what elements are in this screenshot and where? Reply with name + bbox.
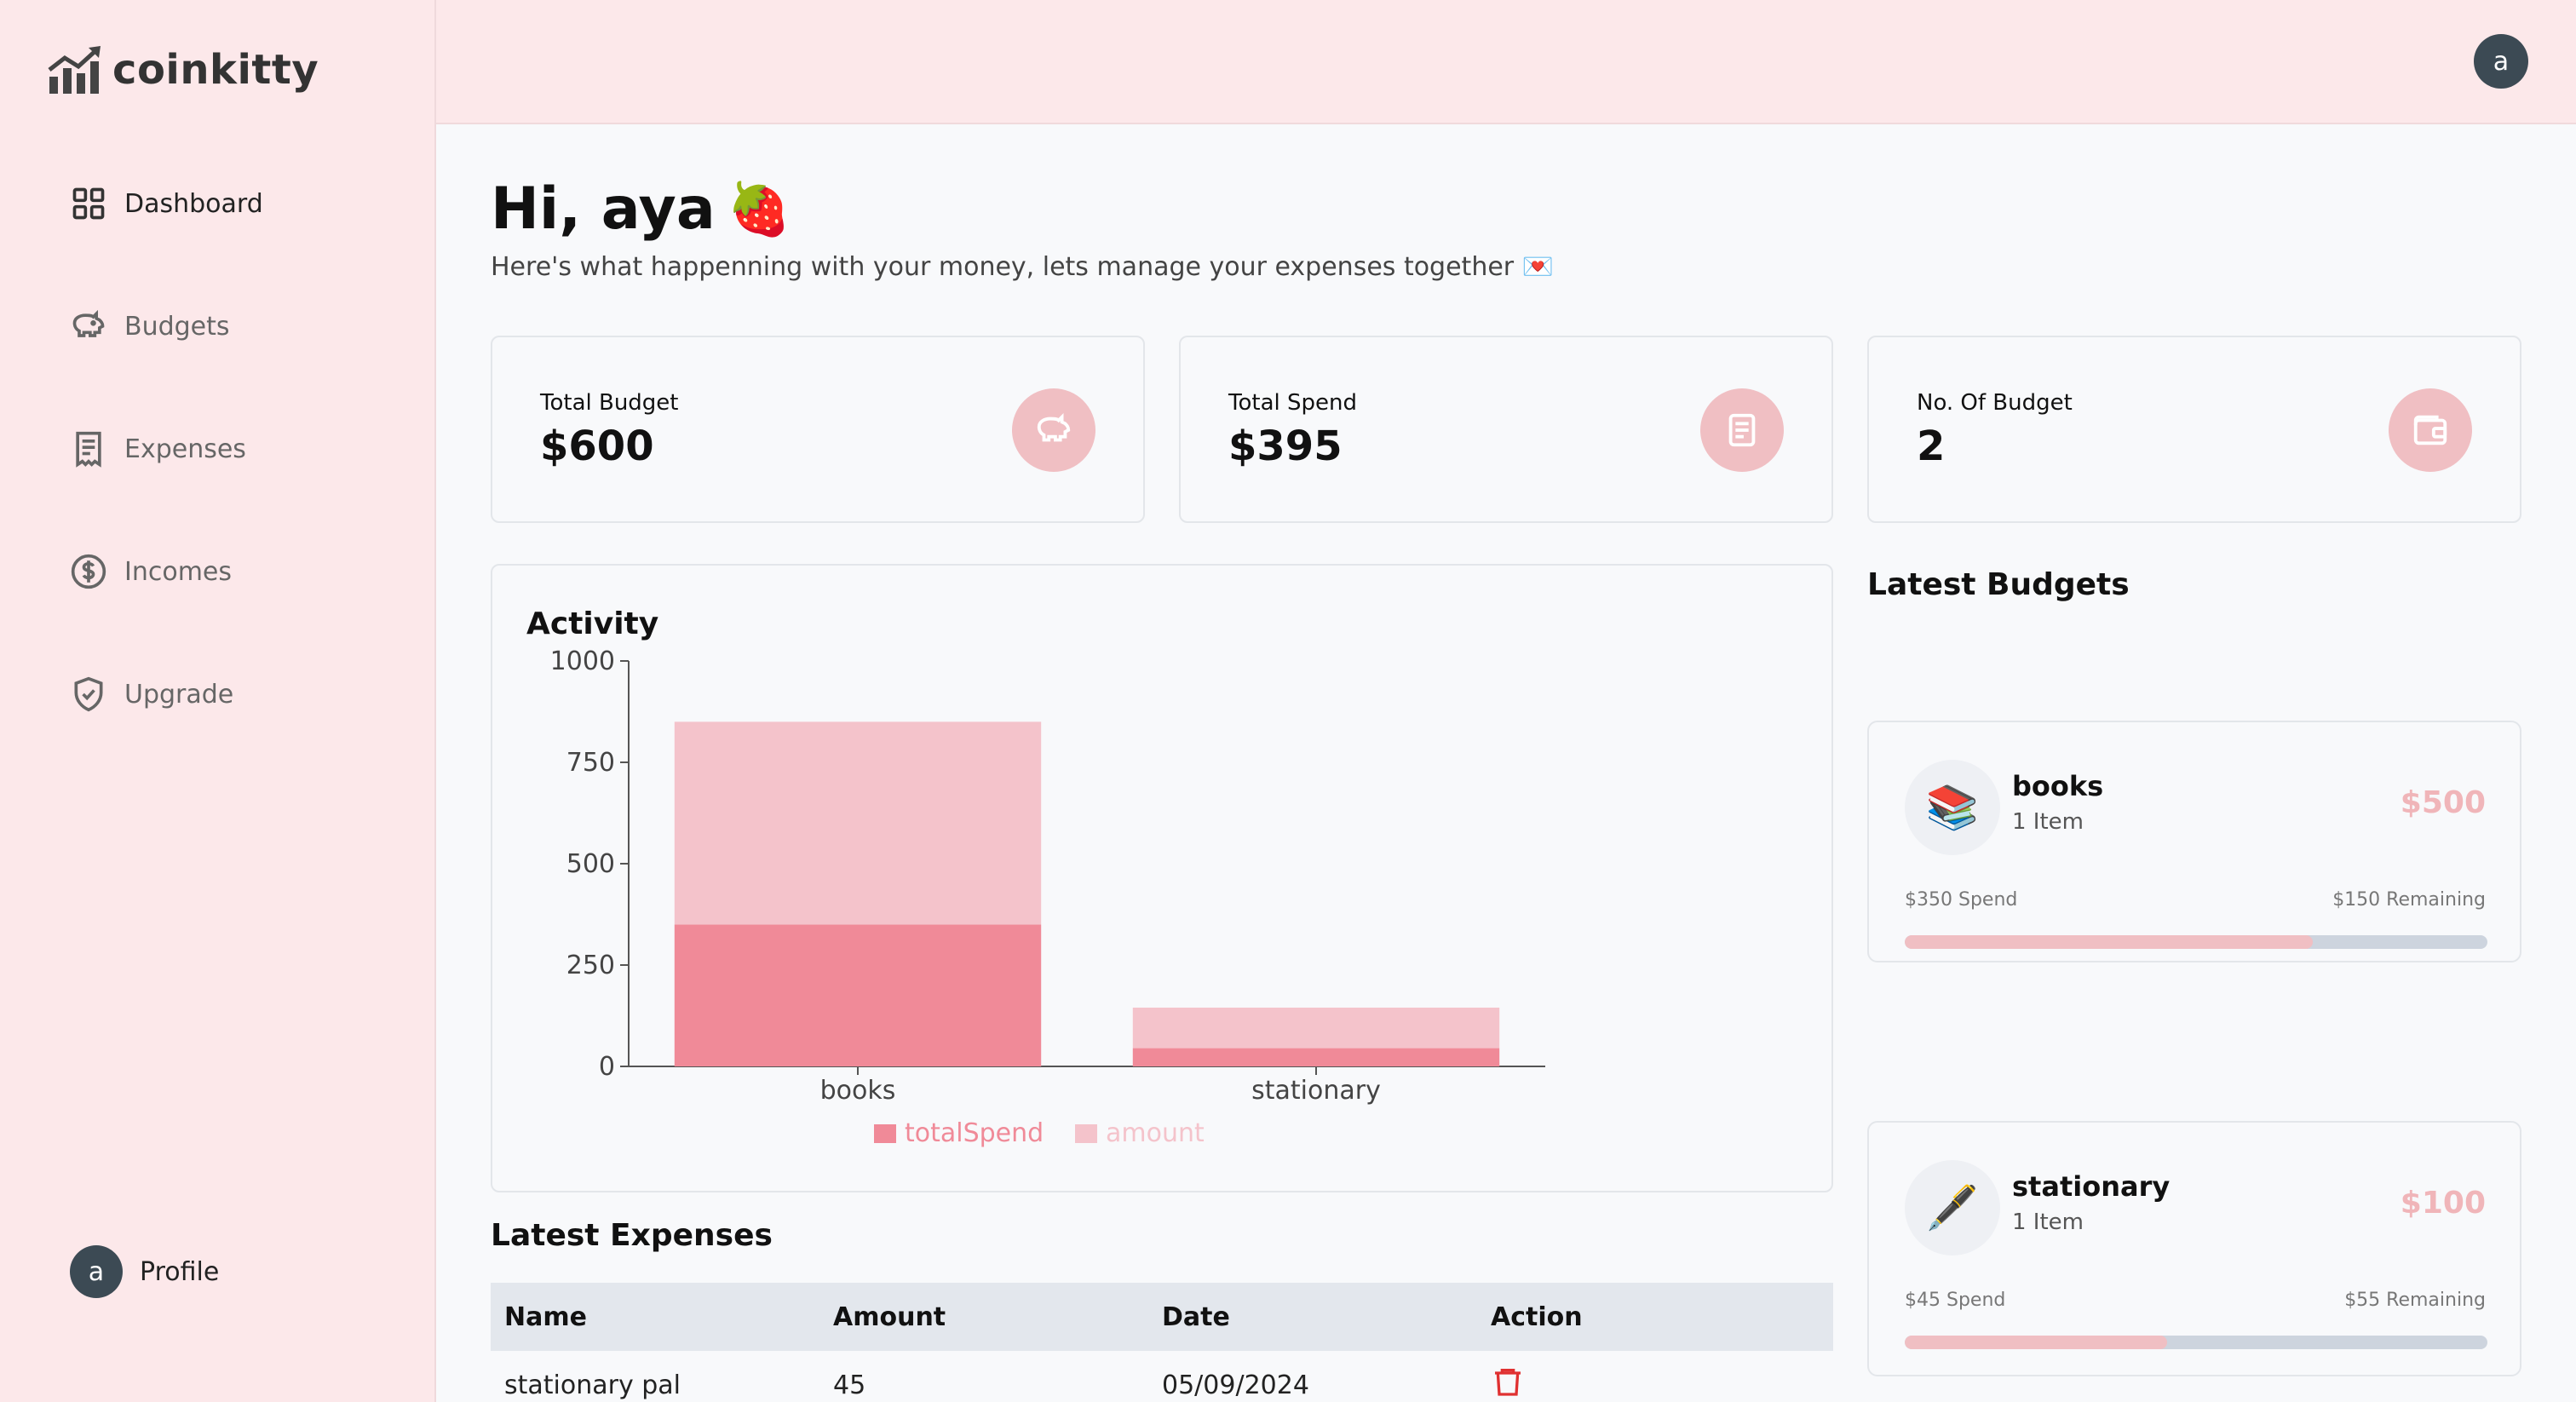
- trash-icon[interactable]: [1491, 1363, 1525, 1400]
- latest-budgets-title: Latest Budgets: [1867, 567, 2130, 602]
- pen-icon: 🖋️: [1905, 1160, 2000, 1255]
- budget-card-books[interactable]: 📚 books 1 Item $500 $350 Spend $150 Rema…: [1867, 721, 2521, 962]
- sidebar-item-label: Expenses: [124, 434, 246, 464]
- expense-name: stationary pal: [504, 1370, 681, 1400]
- latest-expenses-title: Latest Expenses: [491, 1218, 773, 1253]
- receipt-icon: [1700, 388, 1784, 472]
- sidebar-item-dashboard[interactable]: Dashboard: [70, 174, 263, 233]
- stat-label: Total Spend: [1228, 390, 1357, 416]
- dashboard-icon: [72, 187, 105, 220]
- piggy-bank-icon: [72, 309, 105, 337]
- legend-label-amount: amount: [1106, 1118, 1205, 1148]
- legend-swatch-totalSpend: [874, 1124, 896, 1143]
- y-tick-label: 0: [599, 1052, 615, 1082]
- bar-totalSpend-books: [674, 924, 1042, 1066]
- column-header-name: Name: [504, 1301, 587, 1332]
- sidebar-item-budgets[interactable]: Budgets: [70, 296, 263, 356]
- stat-label: Total Budget: [540, 390, 679, 416]
- stat-label: No. Of Budget: [1917, 390, 2073, 416]
- budget-remaining: $150 Remaining: [2332, 889, 2486, 911]
- app-logo[interactable]: coinkitty: [46, 44, 319, 95]
- bar-amount-stationary: [1132, 1007, 1500, 1049]
- budget-progress-bar: [1905, 935, 2487, 949]
- budget-amount: $500: [2400, 785, 2486, 820]
- activity-chart: 0 250 500 750 1000 books stationary totalSpend a…: [550, 646, 1545, 1148]
- sidebar: coinkitty Dashboard Budgets Expenses Inc…: [0, 0, 436, 1402]
- header-avatar[interactable]: a: [2474, 34, 2528, 89]
- bar-amount-books: [674, 721, 1042, 925]
- profile-label: Profile: [140, 1256, 220, 1287]
- column-header-date: Date: [1162, 1301, 1230, 1332]
- stat-card-total-spend: Total Spend $395: [1179, 336, 1833, 523]
- strawberry-icon: 🍓: [727, 180, 791, 239]
- stat-value: 2: [1917, 422, 1946, 470]
- x-tick-label: books: [820, 1076, 896, 1106]
- piggy-bank-icon: [1012, 388, 1095, 472]
- budget-amount: $100: [2400, 1186, 2486, 1221]
- sidebar-item-label: Dashboard: [124, 188, 263, 219]
- budget-remaining: $55 Remaining: [2344, 1290, 2486, 1311]
- expense-action: [1477, 1363, 1806, 1402]
- budget-spend: $350 Spend: [1905, 889, 2018, 911]
- budget-item-count: 1 Item: [2012, 1210, 2084, 1235]
- app-name: coinkitty: [112, 46, 319, 94]
- stat-card-budget-count: No. Of Budget 2: [1867, 336, 2521, 523]
- column-header-amount: Amount: [833, 1301, 946, 1332]
- expense-amount: 45: [833, 1370, 866, 1400]
- y-tick-label: 250: [566, 951, 615, 980]
- table-row: stationary pal 45 05/09/2024: [491, 1351, 1833, 1402]
- y-tick-label: 1000: [550, 646, 615, 676]
- wallet-icon: [2389, 388, 2472, 472]
- sidebar-item-label: Upgrade: [124, 679, 234, 710]
- budget-name: stationary: [2012, 1170, 2171, 1203]
- shield-check-icon: [74, 676, 103, 712]
- sidebar-nav: Dashboard Budgets Expenses Incomes Upgra…: [70, 174, 263, 724]
- top-header: a: [436, 0, 2576, 124]
- expenses-table: Name Amount Date Action stationary pal 4…: [491, 1283, 1833, 1402]
- receipt-icon: [76, 431, 101, 468]
- expense-date: 05/09/2024: [1162, 1370, 1309, 1400]
- y-tick-label: 750: [566, 748, 615, 778]
- greeting-text: Hi, aya: [491, 175, 716, 243]
- budget-item-count: 1 Item: [2012, 809, 2084, 835]
- budget-name: books: [2012, 770, 2104, 802]
- budget-spend: $45 Spend: [1905, 1290, 2006, 1311]
- bar-totalSpend-stationary: [1132, 1048, 1500, 1066]
- page-title: Hi, aya 🍓: [491, 175, 791, 243]
- sidebar-item-upgrade[interactable]: Upgrade: [70, 664, 263, 724]
- stat-value: $600: [540, 422, 654, 470]
- y-tick-label: 500: [566, 849, 615, 879]
- sidebar-item-label: Budgets: [124, 311, 230, 342]
- books-icon: 📚: [1905, 760, 2000, 855]
- sidebar-profile[interactable]: a Profile: [70, 1245, 219, 1298]
- sidebar-item-incomes[interactable]: Incomes: [70, 542, 263, 601]
- activity-card: Activity 0 250 500 750 1000 books stationary to…: [491, 564, 1833, 1192]
- sidebar-item-label: Incomes: [124, 556, 233, 587]
- legend-label-totalSpend: totalSpend: [905, 1118, 1044, 1148]
- sidebar-item-expenses[interactable]: Expenses: [70, 419, 263, 479]
- stat-card-total-budget: Total Budget $600: [491, 336, 1145, 523]
- avatar: a: [70, 1245, 123, 1298]
- budget-card-stationary[interactable]: 🖋️ stationary 1 Item $100 $45 Spend $55 …: [1867, 1121, 2521, 1376]
- table-header: Name Amount Date Action: [491, 1283, 1833, 1351]
- stat-value: $395: [1228, 422, 1343, 470]
- budget-progress-bar: [1905, 1336, 2487, 1349]
- x-tick-label: stationary: [1251, 1076, 1381, 1106]
- dollar-circle-icon: [71, 554, 106, 589]
- page-subtitle: Here's what happenning with your money, …: [491, 252, 1555, 282]
- chart-logo-icon: [48, 46, 101, 94]
- legend-swatch-amount: [1075, 1124, 1097, 1143]
- column-header-action: Action: [1491, 1301, 1583, 1332]
